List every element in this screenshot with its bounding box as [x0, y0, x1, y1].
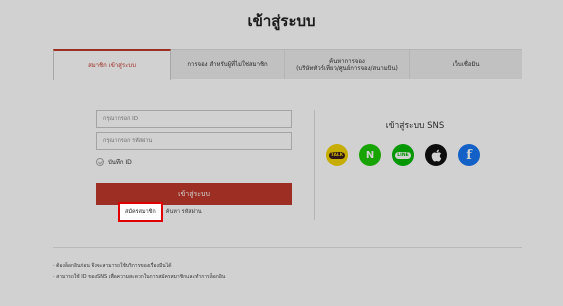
- sns-login-title: เข้าสู่ระบบ SNS: [385, 121, 445, 131]
- apple-logo: [431, 149, 442, 161]
- note-item: · ต้องล็อกอินก่อน จึงจะสามารถใช้บริการขอ…: [53, 263, 172, 269]
- note-item: · สามารถใช้ ID ของSNS เพื่อความสะดวกในกา…: [53, 274, 226, 280]
- notes: · ต้องล็อกอินก่อน จึงจะสามารถใช้บริการขอ…: [53, 261, 225, 283]
- section-divider: [314, 110, 315, 220]
- login-tabs: สมาชิก เข้าสู่ระบบ การจอง สำหรับผู้ที่ไม…: [53, 49, 522, 80]
- sns-login-buttons: TALK N LINE f: [326, 144, 480, 166]
- find-password-link[interactable]: ค้นหา รหัสผ่าน: [166, 208, 202, 216]
- kakao-icon-text: TALK: [328, 151, 346, 159]
- tab-find-booking-label: ค้นหาการจอง (บริษัททัวร์เที่ยว/ศูนย์การจ…: [296, 57, 398, 72]
- line-icon-text: LINE: [395, 151, 411, 159]
- remember-id[interactable]: บันทึก ID: [96, 157, 132, 167]
- tab-member-login[interactable]: สมาชิก เข้าสู่ระบบ: [53, 49, 171, 80]
- tab-web-link[interactable]: เว็บเชื่อมิน: [410, 49, 522, 79]
- account-links: สมัครสมาชิก ค้นหา ID ค้นหา รหัสผ่าน: [118, 202, 202, 222]
- id-input[interactable]: กรุณากรอก ID: [96, 110, 292, 128]
- line-icon[interactable]: LINE: [392, 144, 414, 166]
- remember-check-icon[interactable]: [96, 158, 104, 166]
- page-title: เข้าสู่ระบบ: [247, 12, 316, 30]
- kakao-icon[interactable]: TALK: [326, 144, 348, 166]
- facebook-icon[interactable]: f: [458, 144, 480, 166]
- remember-id-label: บันทึก ID: [108, 159, 132, 166]
- naver-icon[interactable]: N: [359, 144, 381, 166]
- login-page: เข้าสู่ระบบ สมาชิก เข้าสู่ระบบ การจอง สำ…: [0, 0, 563, 306]
- tab-non-member-booking[interactable]: การจอง สำหรับผู้ที่ไม่ใช่สมาชิก: [171, 49, 285, 79]
- notes-divider: [53, 247, 522, 248]
- tab-find-booking[interactable]: ค้นหาการจอง (บริษัททัวร์เที่ยว/ศูนย์การจ…: [285, 49, 410, 79]
- signup-link[interactable]: สมัครสมาชิก: [118, 202, 163, 222]
- password-input[interactable]: กรุณากรอก รหัสผ่าน: [96, 132, 292, 150]
- apple-icon[interactable]: [425, 144, 447, 166]
